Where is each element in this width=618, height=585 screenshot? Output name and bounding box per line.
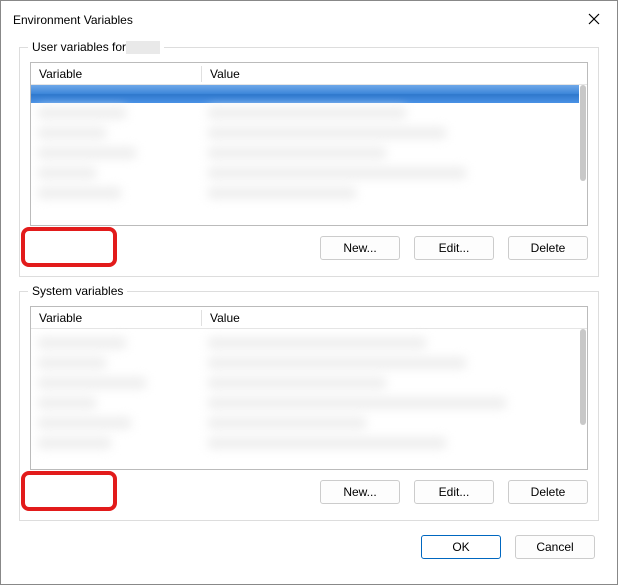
column-header-value[interactable]: Value: [202, 311, 587, 325]
user-new-highlight: [21, 227, 117, 267]
system-variables-label: System variables: [28, 284, 127, 298]
dialog-content: User variables for Variable Value: [1, 39, 617, 584]
system-variables-buttons: New... Edit... Delete: [30, 480, 588, 504]
system-list-headers: Variable Value: [31, 307, 587, 329]
column-header-variable[interactable]: Variable: [31, 67, 201, 81]
ok-button[interactable]: OK: [421, 535, 501, 559]
user-edit-button[interactable]: Edit...: [414, 236, 494, 260]
system-variables-label-text: System variables: [32, 284, 123, 298]
cancel-button[interactable]: Cancel: [515, 535, 595, 559]
close-button[interactable]: [571, 1, 617, 39]
system-list-blurred-content: [31, 333, 579, 469]
system-new-button[interactable]: New...: [320, 480, 400, 504]
column-header-variable[interactable]: Variable: [31, 311, 201, 325]
titlebar: Environment Variables: [1, 1, 617, 39]
system-variables-group: System variables Variable Value: [19, 291, 599, 521]
user-list-blurred-content: [31, 103, 579, 225]
user-delete-button[interactable]: Delete: [508, 236, 588, 260]
user-new-button[interactable]: New...: [320, 236, 400, 260]
system-variables-list[interactable]: Variable Value: [30, 306, 588, 470]
user-variables-label-text: User variables for: [32, 40, 126, 54]
selected-row[interactable]: [31, 85, 579, 103]
user-list-headers: Variable Value: [31, 63, 587, 85]
system-delete-button[interactable]: Delete: [508, 480, 588, 504]
username-redacted: [126, 41, 160, 54]
window-title: Environment Variables: [13, 13, 133, 27]
user-variables-label: User variables for: [28, 40, 164, 54]
system-list-scrollbar[interactable]: [580, 329, 586, 425]
user-variables-buttons: New... Edit... Delete: [30, 236, 588, 260]
column-header-value[interactable]: Value: [202, 67, 587, 81]
environment-variables-dialog: Environment Variables User variables for…: [0, 0, 618, 585]
user-variables-list[interactable]: Variable Value: [30, 62, 588, 226]
user-variables-group: User variables for Variable Value: [19, 47, 599, 277]
close-icon: [588, 13, 600, 28]
system-edit-button[interactable]: Edit...: [414, 480, 494, 504]
user-list-scrollbar[interactable]: [580, 85, 586, 181]
dialog-buttons: OK Cancel: [19, 535, 599, 559]
system-new-highlight: [21, 471, 117, 511]
